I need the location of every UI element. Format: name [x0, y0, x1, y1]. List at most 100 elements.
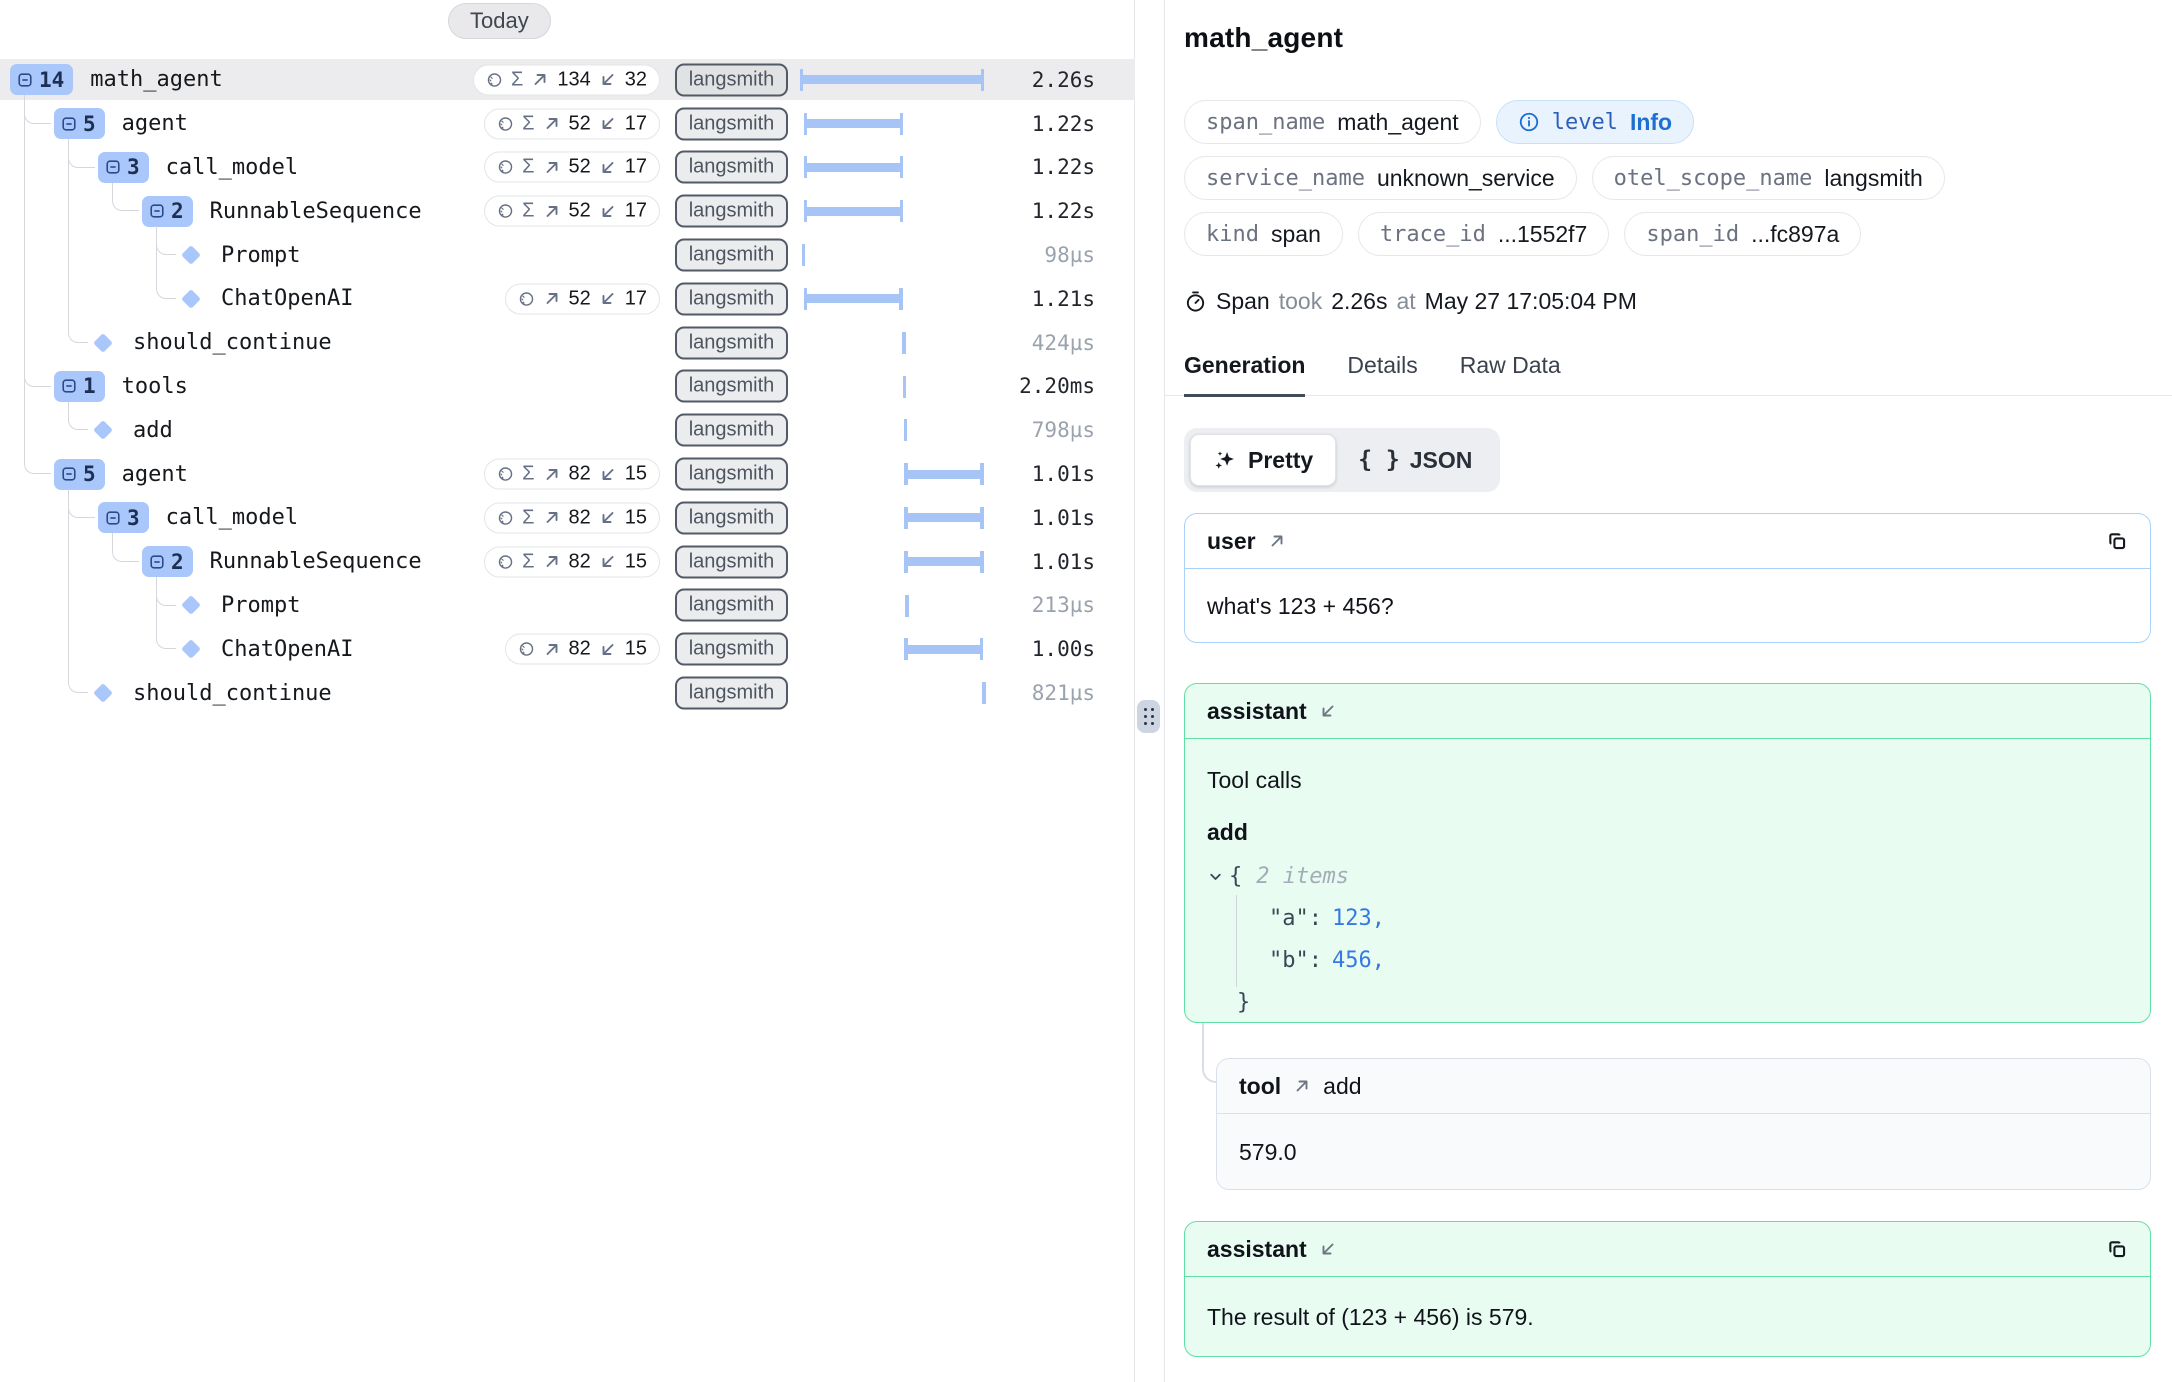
sum-sigma-icon: Σ	[522, 156, 534, 179]
duration-label: 1.00s	[1032, 637, 1095, 661]
timeline-bar-area	[800, 233, 990, 277]
collapse-badge[interactable]: 14	[10, 64, 73, 95]
tree-row[interactable]: should_continuelangsmith424µs	[0, 321, 1135, 365]
sum-sigma-icon: Σ	[522, 506, 534, 529]
span-timing-line: Spantook2.26satMay 27 17:05:04 PM	[1184, 288, 1637, 315]
tree-connector-trunk	[68, 489, 70, 677]
child-count: 3	[127, 155, 140, 179]
child-count: 14	[39, 68, 64, 92]
duration-label: 798µs	[1032, 418, 1095, 442]
duration-bar	[905, 513, 983, 522]
timeline-bar-area	[800, 584, 990, 628]
chip-span_name: span_namemath_agent	[1184, 100, 1481, 144]
duration-tick	[905, 595, 909, 617]
tree-node: 5agent	[54, 452, 188, 496]
chip-key: service_name	[1206, 166, 1365, 191]
tree-row[interactable]: should_continuelangsmith821µs	[0, 671, 1135, 715]
level-chip: levelInfo	[1496, 100, 1694, 144]
open-arrow-ne-icon[interactable]	[1268, 532, 1286, 550]
tab-raw-data[interactable]: Raw Data	[1460, 352, 1561, 395]
copy-button[interactable]	[2107, 531, 2128, 552]
chip-value: math_agent	[1337, 109, 1458, 136]
tree-connector-trunk	[68, 402, 70, 415]
message-card-body: Tool callsadd{2 items"a":123,"b":456,}	[1185, 765, 2150, 1023]
copy-button[interactable]	[2107, 1239, 2128, 1260]
langsmith-trace-view: Today 14math_agentΣ13432langsmith2.26s5a…	[0, 0, 2172, 1382]
tree-row[interactable]: 1toolslangsmith2.20ms	[0, 365, 1135, 409]
token-coin-icon	[497, 159, 514, 176]
grip-dots-icon	[1144, 708, 1154, 725]
output-tokens-arrow-icon	[599, 465, 617, 483]
chip-service_name: service_name unknown_service	[1184, 156, 1577, 200]
view-option-json[interactable]: { }JSON	[1336, 434, 1494, 486]
vendor-chip: langsmith	[675, 326, 788, 359]
tree-row[interactable]: 5agentΣ8215langsmith1.01s	[0, 452, 1135, 496]
tool-message-card: tooladd579.0	[1216, 1058, 2151, 1190]
duration-label: 424µs	[1032, 331, 1095, 355]
timeline-bar-area	[800, 540, 990, 584]
collapse-minus-icon	[105, 510, 121, 526]
open-arrow-ne-icon[interactable]	[1293, 1077, 1311, 1095]
chip-value: ...1552f7	[1498, 221, 1588, 248]
tree-connector-trunk	[156, 226, 158, 283]
chip-value: unknown_service	[1377, 165, 1555, 192]
tree-row[interactable]: 2RunnableSequenceΣ5217langsmith1.22s	[0, 189, 1135, 233]
assistant-message-card: assistant Tool callsadd{2 items"a":123,"b…	[1184, 683, 2151, 1023]
tree-connector-elbow	[156, 589, 176, 606]
tree-row[interactable]: 3call_modelΣ5217langsmith1.22s	[0, 146, 1135, 190]
input-tokens: 52	[569, 287, 591, 310]
collapse-badge[interactable]: 5	[54, 459, 105, 490]
output-tokens-arrow-icon	[599, 553, 617, 571]
view-option-pretty[interactable]: Pretty	[1190, 434, 1336, 486]
tree-row[interactable]: 14math_agentΣ13432langsmith2.26s	[0, 58, 1135, 102]
token-coin-icon	[497, 509, 514, 526]
span-detail-panel: math_agent span_namemath_agent levelInfo s…	[1164, 0, 2172, 1382]
collapse-badge[interactable]: 2	[142, 546, 193, 577]
open-arrow-sw-icon[interactable]	[1319, 702, 1337, 720]
json-entry-line: "b":456,	[1207, 939, 2128, 981]
output-tokens-arrow-icon	[599, 202, 617, 220]
chevron-down-icon[interactable]	[1207, 868, 1224, 885]
child-count: 5	[83, 112, 96, 136]
leaf-diamond-icon	[181, 596, 201, 616]
collapse-badge[interactable]: 2	[142, 196, 193, 227]
open-arrow-sw-icon[interactable]	[1319, 1240, 1337, 1258]
message-role: assistant	[1207, 698, 1307, 725]
collapse-minus-icon	[149, 554, 165, 570]
chip-value: ...fc897a	[1751, 221, 1839, 248]
tool-call-name: add	[1207, 817, 2128, 847]
span-name-label: call_model	[166, 155, 298, 180]
timeline-bar-area	[800, 671, 990, 715]
tree-row[interactable]: 5agentΣ5217langsmith1.22s	[0, 102, 1135, 146]
input-tokens: 134	[557, 68, 590, 91]
date-filter-pill[interactable]: Today	[448, 3, 551, 39]
collapse-badge[interactable]: 1	[54, 371, 105, 402]
token-coin-icon	[518, 641, 535, 658]
chip-key: span_id	[1646, 222, 1739, 247]
collapse-badge[interactable]: 3	[98, 152, 149, 183]
tree-node: 2RunnableSequence	[142, 189, 422, 233]
tree-row[interactable]: 3call_modelΣ8215langsmith1.01s	[0, 496, 1135, 540]
span-name-label: call_model	[166, 505, 298, 530]
message-card-header: assistant	[1185, 684, 2150, 739]
output-tokens-arrow-icon	[599, 71, 617, 89]
tab-details[interactable]: Details	[1347, 352, 1417, 395]
token-coin-icon	[486, 71, 503, 88]
output-tokens: 17	[625, 287, 647, 310]
collapse-badge[interactable]: 3	[98, 502, 149, 533]
collapse-badge[interactable]: 5	[54, 108, 105, 139]
tree-row[interactable]: 2RunnableSequenceΣ8215langsmith1.01s	[0, 540, 1135, 584]
leaf-diamond-icon	[93, 683, 113, 703]
chip-otel_scope_name: otel_scope_namelangsmith	[1592, 156, 1945, 200]
panel-resize-handle[interactable]	[1137, 700, 1160, 733]
span-title: math_agent	[1184, 22, 1343, 54]
vendor-chip: langsmith	[675, 458, 788, 491]
tool-call-connector	[1202, 1023, 1216, 1083]
duration-bar	[805, 163, 903, 172]
tree-row[interactable]: addlangsmith798µs	[0, 408, 1135, 452]
tab-generation[interactable]: Generation	[1184, 352, 1305, 397]
output-tokens: 17	[625, 112, 647, 135]
vendor-chip: langsmith	[675, 282, 788, 315]
duration-label: 2.20ms	[1019, 374, 1095, 398]
leaf-diamond-icon	[93, 420, 113, 440]
